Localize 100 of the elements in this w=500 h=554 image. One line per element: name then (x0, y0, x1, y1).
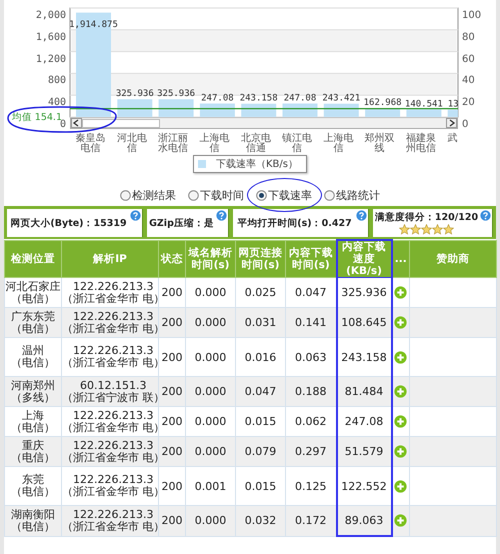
value-label: 247.08 (284, 94, 316, 104)
table-cell: 0.141 (295, 316, 326, 329)
table-cell: 0.079 (244, 445, 276, 458)
column-header: 域名解析时间(s) (186, 240, 236, 278)
legend-label: 下载速率（KB/s） (216, 158, 298, 171)
table-cell: 0.000 (194, 350, 226, 364)
plus-icon[interactable] (394, 350, 408, 364)
axis-label: 0 (462, 119, 468, 131)
table-cell: 200 (162, 316, 182, 329)
value-label: 140.541 (404, 99, 443, 110)
column-header: 解析IP (62, 240, 158, 278)
table-cell: 200 (162, 445, 182, 458)
axis-label: 20 (462, 97, 475, 110)
axis-label: 60 (462, 54, 475, 66)
table-cell: 0.000 (194, 415, 226, 428)
category-label: 河北电信 (116, 134, 148, 154)
axis-label: 1,600 (36, 32, 66, 44)
category-label: 浙江丽水电信 (157, 134, 190, 154)
table-cell: 上海 （电信） (11, 410, 55, 434)
summary-text: 平均打开时间(s)：0.427 (237, 216, 352, 230)
help-icon[interactable] (130, 210, 141, 221)
scroll-thumb[interactable] (82, 118, 160, 128)
radio-icon[interactable] (188, 190, 199, 200)
table-cell: 0.001 (194, 480, 226, 492)
table-cell: 0.125 (295, 480, 326, 492)
bar (448, 110, 458, 117)
help-icon[interactable] (356, 210, 367, 221)
radio-icon[interactable] (256, 190, 267, 200)
bar (158, 99, 194, 117)
radio-option[interactable]: 线路统计 (324, 187, 380, 203)
axis-label: 400 (48, 97, 66, 110)
table-cell: 200 (162, 286, 182, 299)
bar (282, 104, 318, 117)
star-icon (442, 224, 454, 235)
star-icon (410, 224, 421, 235)
radio-icon[interactable] (324, 190, 335, 200)
column-header: 内容下载时间(s) (286, 240, 336, 278)
column-header: 内容下载速度(KB/s) (336, 240, 392, 278)
plus-icon[interactable] (394, 514, 408, 528)
radio-option[interactable]: 下载速率 (256, 187, 312, 203)
category-label: 北京电信通 (240, 134, 272, 154)
column-header: 状态 (158, 240, 186, 278)
plus-icon[interactable] (394, 316, 408, 330)
plus-icon[interactable] (394, 286, 408, 300)
table-cell: 200 (162, 415, 182, 428)
table-cell: 0.047 (244, 385, 276, 398)
table-cell: 325.936 (341, 286, 387, 299)
table-cell: 0.297 (295, 445, 326, 458)
axis-label: 2,000 (36, 10, 66, 22)
table-cell: 108.645 (341, 316, 387, 329)
summary-text: GZip压缩：是 (149, 216, 214, 230)
plus-icon[interactable] (394, 480, 408, 493)
plus-icon[interactable] (394, 445, 408, 458)
axis-label: 100 (462, 10, 482, 22)
axis-label: 800 (48, 75, 66, 88)
table-cell: 0.063 (295, 350, 326, 364)
table-cell: 温州 （电信） (11, 345, 55, 369)
table-cell: 247.08 (344, 415, 384, 428)
table-cell: 243.158 (341, 350, 387, 364)
plus-icon[interactable] (394, 415, 408, 428)
table-cell: 0.015 (244, 415, 276, 428)
table-cell: 200 (162, 385, 182, 398)
table-cell: 200 (162, 350, 182, 364)
help-icon[interactable] (480, 210, 491, 221)
table-cell: 河南郑州 （多线） (11, 380, 55, 404)
value-label: 325.936 (116, 89, 154, 100)
value-label: 325.936 (157, 89, 196, 100)
axis-label: 40 (462, 75, 475, 88)
bar (324, 104, 359, 117)
plus-icon[interactable] (394, 385, 408, 398)
table-cell: 0.062 (295, 415, 326, 428)
axis-label: 0 (60, 119, 66, 131)
table-cell: 0.188 (295, 385, 326, 398)
category-label: 镇江电信 (281, 134, 314, 154)
table-cell: 0.016 (244, 350, 276, 364)
value-label: 243.421 (322, 94, 360, 104)
radio-option[interactable]: 检测结果 (120, 187, 176, 203)
star-icon (398, 224, 410, 235)
table-cell: 0.000 (194, 385, 226, 398)
table-cell: 0.000 (194, 514, 226, 528)
table-cell: 重庆 （电信） (11, 440, 55, 464)
table-cell: 81.484 (344, 385, 384, 398)
star-icon (432, 224, 443, 235)
table-cell: 0.172 (295, 514, 326, 528)
table-cell: 200 (162, 480, 182, 492)
axis-label: 80 (462, 32, 475, 44)
scrollbar[interactable] (70, 117, 458, 129)
table-cell: 0.047 (295, 286, 326, 299)
help-icon[interactable] (216, 210, 227, 221)
radio-icon[interactable] (120, 190, 131, 200)
category-label: 福建泉州电信 (405, 134, 438, 154)
category-label: 郑州双线 (364, 134, 396, 154)
value-label: 162.968 (364, 98, 402, 108)
radio-option[interactable]: 下载时间 (188, 187, 244, 203)
category-label: 上海电信 (198, 134, 231, 154)
column-header: 赞助商 (410, 240, 496, 278)
value-label: 247.08 (201, 94, 234, 104)
value-label: 1,914.875 (69, 20, 118, 30)
table-cell: 200 (162, 514, 182, 528)
axis-label: 1,200 (36, 54, 66, 66)
